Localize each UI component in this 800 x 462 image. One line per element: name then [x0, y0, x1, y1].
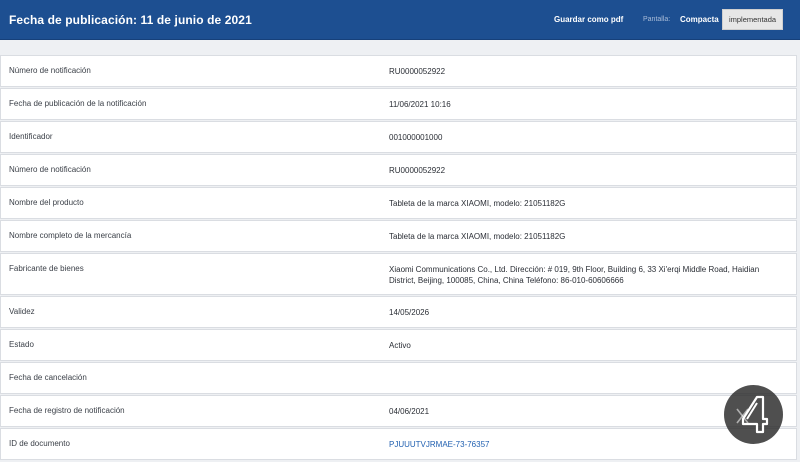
- row-label: Número de notificación: [9, 66, 91, 75]
- row-label: Nombre del producto: [9, 198, 84, 207]
- row-value: Xiaomi Communications Co., Ltd. Direcció…: [389, 265, 760, 285]
- row-label: Fecha de cancelación: [9, 373, 87, 382]
- table-row: Nombre del producto Tableta de la marca …: [0, 187, 797, 219]
- table-row: Identificador 001000001000: [0, 121, 797, 153]
- table-row: Fecha de registro de notificación 04/06/…: [0, 395, 797, 427]
- display-mode-label: Pantalla:: [643, 16, 671, 23]
- table-row: Fecha de cancelación: [0, 362, 797, 394]
- table-row: ID de documento PJUUUTVJRMAE-73-76357: [0, 428, 797, 460]
- xataka-4-logo-icon: [724, 385, 783, 444]
- table-row: Estado Activo: [0, 329, 797, 361]
- row-value: 001000001000: [389, 133, 443, 142]
- page-title: Fecha de publicación: 11 de junio de 202…: [9, 13, 252, 27]
- row-label: Validez: [9, 307, 35, 316]
- row-label: Fecha de publicación de la notificación: [9, 99, 147, 108]
- row-label: Identificador: [9, 132, 53, 141]
- save-as-pdf-link[interactable]: Guardar como pdf: [554, 15, 623, 24]
- row-value: 14/05/2026: [389, 308, 430, 317]
- notification-page: Fecha de publicación: 11 de junio de 202…: [0, 0, 800, 462]
- table-row: Validez 14/05/2026: [0, 296, 797, 328]
- row-value: Tableta de la marca XIAOMI, modelo: 2105…: [389, 199, 566, 208]
- table-row: Número de notificación RU0000052922: [0, 55, 797, 87]
- display-mode-expanded-button[interactable]: implementada: [722, 9, 783, 30]
- row-value: RU0000052922: [389, 67, 446, 76]
- row-label: Fecha de registro de notificación: [9, 406, 125, 415]
- table-row: Nombre completo de la mercancía Tableta …: [0, 220, 797, 252]
- row-label: Número de notificación: [9, 165, 91, 174]
- table-row: Fecha de publicación de la notificación …: [0, 88, 797, 120]
- watermark-glyph: [736, 395, 769, 434]
- page-header: Fecha de publicación: 11 de junio de 202…: [0, 0, 800, 40]
- row-value: RU0000052922: [389, 166, 446, 175]
- row-value: Tableta de la marca XIAOMI, modelo: 2105…: [389, 232, 566, 241]
- table-row: Número de notificación RU0000052922: [0, 154, 797, 186]
- row-label: Estado: [9, 340, 34, 349]
- display-mode-compact-button[interactable]: Compacta: [680, 15, 719, 24]
- row-value: 11/06/2021 10:16: [389, 100, 451, 109]
- row-value: Activo: [389, 341, 411, 350]
- table-row: Fabricante de bienes Xiaomi Communicatio…: [0, 253, 797, 295]
- row-label: Nombre completo de la mercancía: [9, 231, 132, 240]
- row-label: ID de documento: [9, 439, 70, 448]
- row-label: Fabricante de bienes: [9, 264, 84, 273]
